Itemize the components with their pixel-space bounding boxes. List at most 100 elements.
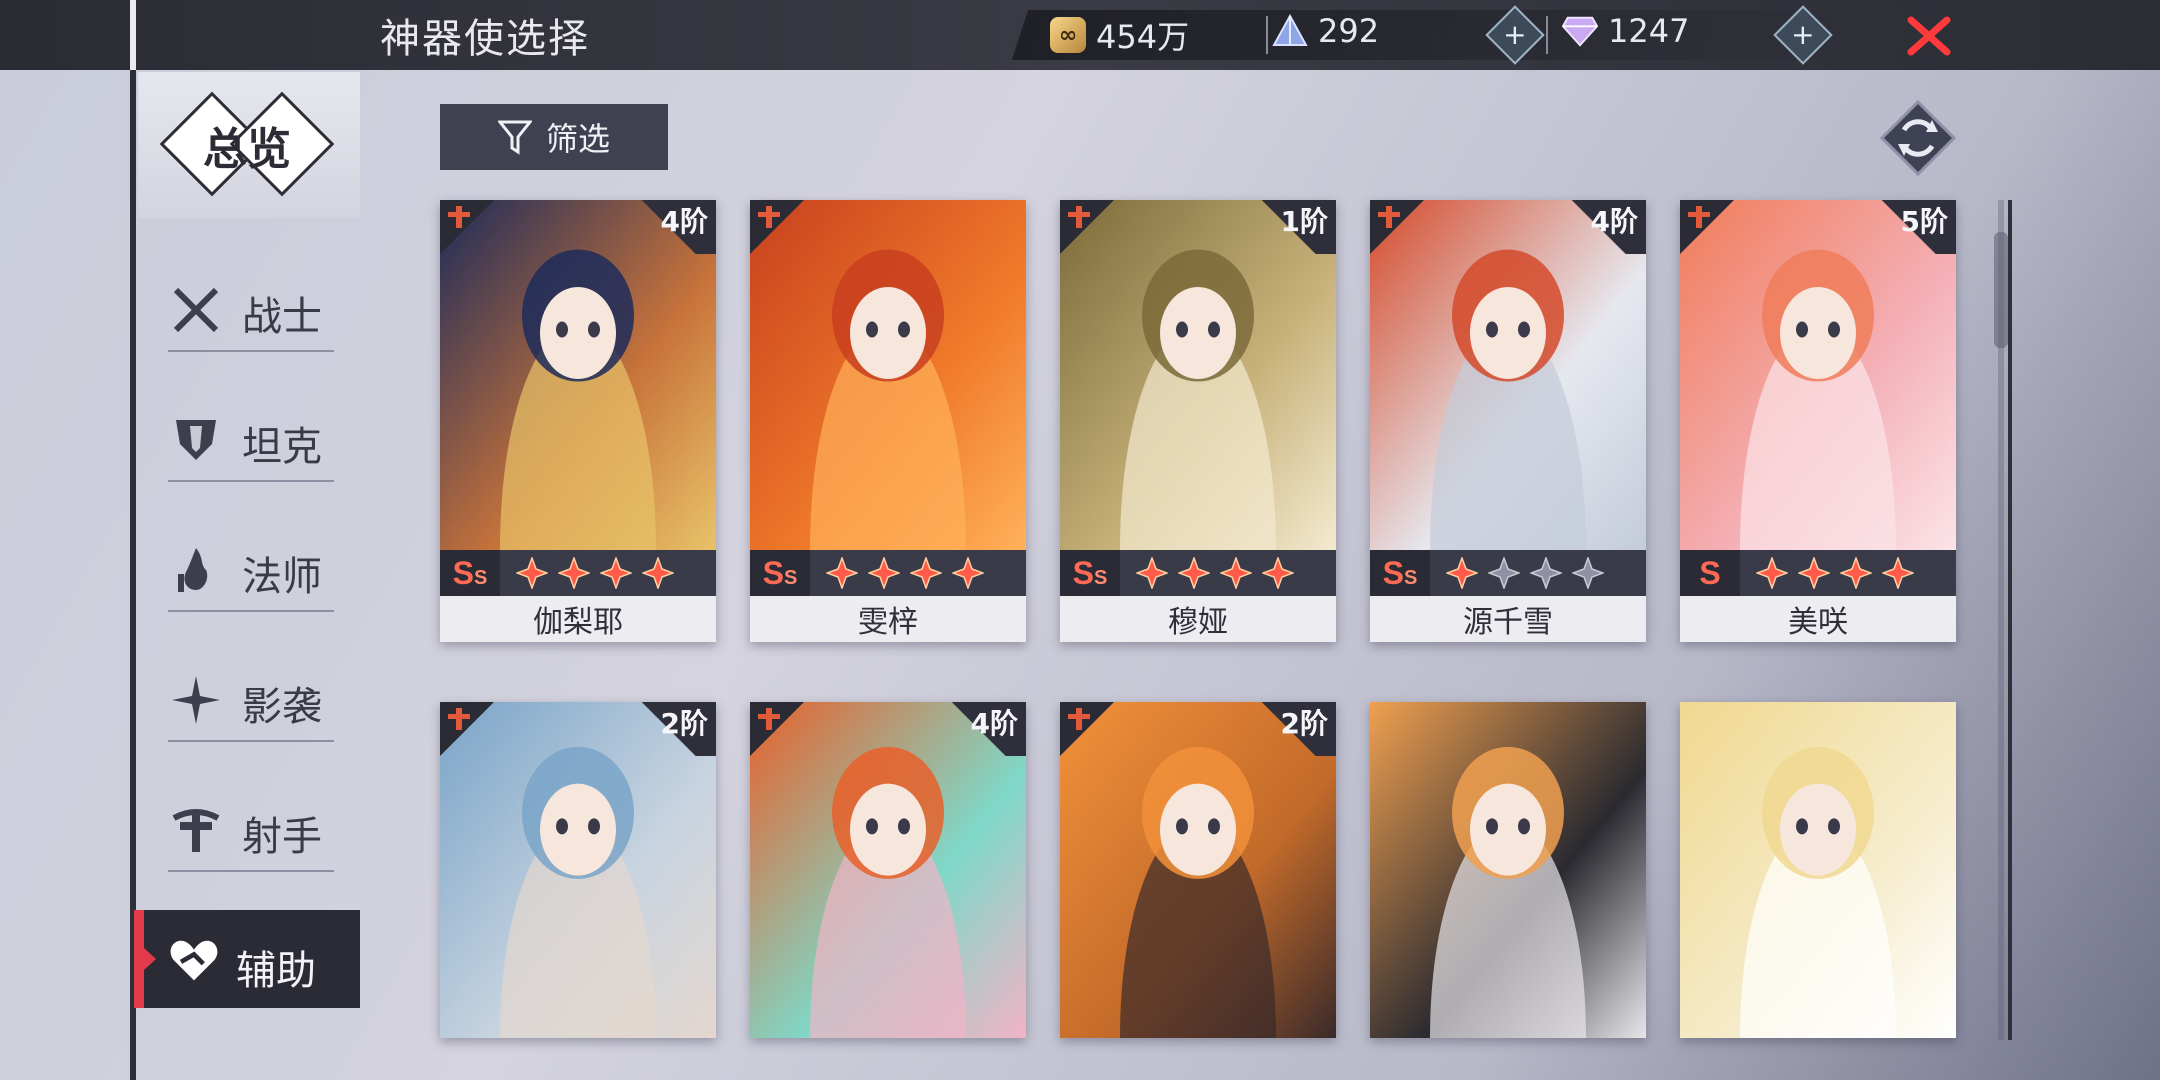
flame-staff-icon [178,548,208,592]
sidebar-item-label: 射手 [242,814,322,860]
tier-badge: 2阶 [636,702,716,756]
character-name: 源千雪 [1370,596,1646,642]
rank-bar: SS [1060,550,1336,596]
crossed-swords-icon [173,287,219,333]
sidebar-item-label: 战士 [242,294,322,340]
funnel-icon [497,120,532,155]
sidebar-item-warrior[interactable]: 战士 [168,270,334,352]
rank-badge: SS [1370,550,1430,596]
shield-icon [176,420,216,460]
character-portrait [1370,702,1646,1038]
star-rating [826,557,984,589]
star-icon [1446,557,1478,589]
character-name: 穆娅 [1060,596,1336,642]
star-icon [1488,557,1520,589]
star-icon [1840,557,1872,589]
filter-button[interactable]: 筛选 [440,104,668,170]
resource-crystal: 292 [1272,12,1379,50]
star-icon [600,557,632,589]
tier-badge: 4阶 [946,702,1026,756]
star-icon [952,557,984,589]
sidebar-item-support[interactable]: 辅助 [134,910,360,1008]
tier-badge: 5阶 [1876,200,1956,254]
active-indicator [134,910,144,1008]
star-icon [910,557,942,589]
star-rating [1446,557,1604,589]
diamond-amount: 1247 [1608,12,1690,50]
diamond-icon [1562,13,1598,49]
support-class-icon [448,206,470,228]
crossbow-icon [172,809,220,852]
sidebar-item-label: 法师 [242,554,322,600]
support-class-icon [1068,206,1090,228]
top-bar: 神器使选择 ∞ 454万 292 + 1247 + [0,0,2160,70]
character-card[interactable] [1680,702,1956,1038]
star-icon [1178,557,1210,589]
rank-badge: SS [750,550,810,596]
rank-badge: S [1680,550,1740,596]
support-class-icon [1688,206,1710,228]
divider [1266,16,1268,54]
character-card[interactable] [1370,702,1646,1038]
character-card[interactable]: 2阶 [1060,702,1336,1038]
character-card[interactable]: 4阶 SS 伽梨耶 [440,200,716,642]
support-class-icon [1068,708,1090,730]
tier-badge: 1阶 [1256,200,1336,254]
star-icon [642,557,674,589]
active-indicator-arrow [144,948,156,970]
sidebar-item-assassin[interactable]: 影袭 [168,660,334,742]
tier-badge: 4阶 [636,200,716,254]
sidebar-item-mage[interactable]: 法师 [168,530,334,612]
support-class-icon [1378,206,1400,228]
star-icon [1798,557,1830,589]
character-portrait [1680,702,1956,1038]
star-icon [558,557,590,589]
star-rating [1756,557,1914,589]
character-card[interactable]: 4阶 [750,702,1026,1038]
overview-emblem: 总览 [163,90,331,200]
character-card[interactable]: 2阶 [440,702,716,1038]
coin-icon: ∞ [1050,17,1086,53]
character-card[interactable]: 4阶 SS 源千雪 [1370,200,1646,642]
crystal-pyramid-icon [1272,13,1308,49]
support-class-icon [758,206,780,228]
character-card[interactable]: 1阶 SS 穆娅 [1060,200,1336,642]
sidebar-item-tank[interactable]: 坦克 [168,400,334,482]
refresh-icon[interactable] [1880,100,1956,176]
support-class-icon [448,708,470,730]
star-icon [1882,557,1914,589]
support-class-icon [758,708,780,730]
resource-diamond: 1247 [1562,12,1689,50]
star-icon [1756,557,1788,589]
tier-badge: 2阶 [1256,702,1336,756]
rank-bar: SS [750,550,1026,596]
star-icon [826,557,858,589]
star-icon [868,557,900,589]
star-icon [1530,557,1562,589]
overview-tab[interactable]: 总览 [138,72,360,218]
close-icon[interactable] [1905,12,1953,60]
rank-badge: SS [440,550,500,596]
overview-label: 总览 [203,124,291,175]
sidebar-item-label: 坦克 [242,424,322,470]
coin-amount: 454万 [1096,18,1190,56]
star-icon [516,557,548,589]
resource-coin: ∞ 454万 [1050,12,1189,58]
title-accent-line [130,0,136,70]
star-icon [1136,557,1168,589]
panel-edge [2008,200,2012,1040]
star-rating [516,557,674,589]
divider [1546,16,1548,54]
page-title: 神器使选择 [380,16,590,62]
character-name: 美咲 [1680,596,1956,642]
rank-bar: SS [1370,550,1646,596]
shuriken-icon [172,676,220,724]
rank-bar: S [1680,550,1956,596]
star-icon [1220,557,1252,589]
character-card[interactable]: 5阶 S 美咲 [1680,200,1956,642]
heart-icon [170,940,218,981]
rank-badge: SS [1060,550,1120,596]
sidebar-item-archer[interactable]: 射手 [168,790,334,872]
character-card[interactable]: SS 雯梓 [750,200,1026,642]
scrollbar-thumb[interactable] [1994,232,2008,348]
